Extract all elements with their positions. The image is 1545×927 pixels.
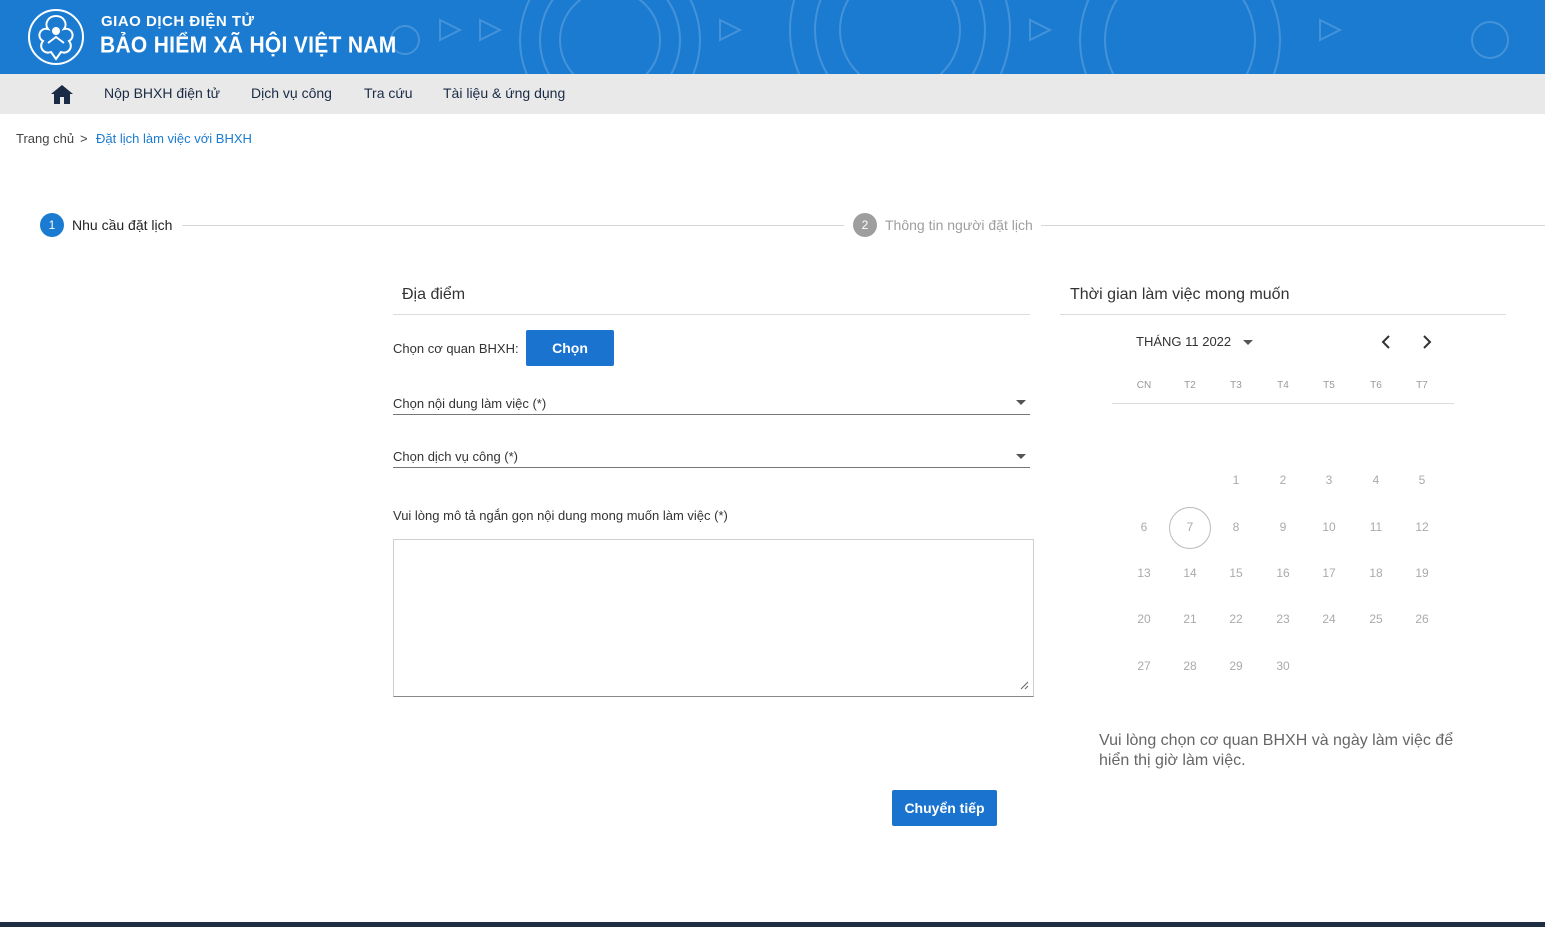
calendar-day[interactable]: 11 xyxy=(1356,519,1396,535)
calendar-day[interactable]: 19 xyxy=(1402,565,1442,581)
step-1-circle: 1 xyxy=(40,213,64,237)
calendar-header-rule xyxy=(1112,403,1454,404)
footer-bar xyxy=(0,922,1545,927)
calendar-day[interactable]: 12 xyxy=(1402,519,1442,535)
location-divider xyxy=(393,314,1030,315)
calendar-divider xyxy=(1060,314,1506,315)
calendar-day[interactable]: 17 xyxy=(1309,565,1349,581)
description-textarea[interactable] xyxy=(393,539,1034,697)
calendar-day[interactable]: 24 xyxy=(1309,611,1349,627)
home-icon[interactable] xyxy=(50,83,74,105)
calendar-day[interactable]: 23 xyxy=(1263,611,1303,627)
resize-handle-icon[interactable] xyxy=(1019,680,1029,690)
step-1-label: Nhu cầu đặt lịch xyxy=(72,217,173,233)
nav-item-tai-lieu[interactable]: Tài liệu & ứng dụng xyxy=(443,85,565,101)
calendar-day[interactable]: 25 xyxy=(1356,611,1396,627)
nav-item-dich-vu-cong[interactable]: Dịch vụ công xyxy=(251,85,332,101)
weekday-t4: T4 xyxy=(1277,380,1289,391)
nav-item-tra-cuu[interactable]: Tra cứu xyxy=(364,85,413,101)
next-button[interactable]: Chuyển tiếp xyxy=(892,790,997,826)
description-label: Vui lòng mô tả ngắn gọn nội dung mong mu… xyxy=(393,508,728,523)
chevron-right-icon[interactable] xyxy=(1418,333,1436,351)
service-select-underline xyxy=(393,467,1030,468)
calendar-day[interactable]: 18 xyxy=(1356,565,1396,581)
month-selector[interactable]: THÁNG 11 2022 xyxy=(1136,334,1231,349)
step-2-circle: 2 xyxy=(853,213,877,237)
agency-label: Chọn cơ quan BHXH: xyxy=(393,341,519,356)
calendar-day[interactable]: 3 xyxy=(1309,472,1349,488)
main-nav: Nộp BHXH điện tử Dịch vụ công Tra cứu Tà… xyxy=(0,74,1545,114)
weekday-t2: T2 xyxy=(1184,380,1196,391)
weekday-t3: T3 xyxy=(1230,380,1242,391)
brand-subtitle: GIAO DỊCH ĐIỆN TỬ xyxy=(101,13,255,30)
calendar-day[interactable]: 16 xyxy=(1263,565,1303,581)
calendar-title: Thời gian làm việc mong muốn xyxy=(1070,286,1290,303)
header-pattern xyxy=(390,0,1509,74)
content-select-underline xyxy=(393,414,1030,415)
calendar-day[interactable]: 22 xyxy=(1216,611,1256,627)
stepper-connector xyxy=(182,225,844,226)
weekday-t6: T6 xyxy=(1370,380,1382,391)
calendar-day[interactable]: 15 xyxy=(1216,565,1256,581)
calendar-day[interactable]: 21 xyxy=(1170,611,1210,627)
calendar-day[interactable]: 7 xyxy=(1170,519,1210,535)
weekday-t5: T5 xyxy=(1323,380,1335,391)
calendar-day[interactable]: 29 xyxy=(1216,658,1256,674)
brand-title: BẢO HIỂM XÃ HỘI VIỆT NAM xyxy=(100,33,397,58)
calendar-day[interactable]: 9 xyxy=(1263,519,1303,535)
caret-down-icon[interactable] xyxy=(1016,454,1026,459)
weekday-cn: CN xyxy=(1136,380,1152,391)
step-2-label: Thông tin người đặt lịch xyxy=(885,217,1033,233)
calendar-day[interactable]: 5 xyxy=(1402,472,1442,488)
calendar-day[interactable]: 30 xyxy=(1263,658,1303,674)
breadcrumb-home[interactable]: Trang chủ xyxy=(16,131,74,146)
stepper-tail-line xyxy=(1041,225,1545,226)
calendar-note: Vui lòng chọn cơ quan BHXH và ngày làm v… xyxy=(1099,732,1454,769)
chevron-left-icon[interactable] xyxy=(1377,333,1395,351)
nav-item-nop-bhxh[interactable]: Nộp BHXH điện tử xyxy=(104,85,220,101)
calendar-day[interactable]: 8 xyxy=(1216,519,1256,535)
site-header: GIAO DỊCH ĐIỆN TỬ BẢO HIỂM XÃ HỘI VIỆT N… xyxy=(0,0,1545,74)
calendar-day[interactable]: 26 xyxy=(1402,611,1442,627)
calendar-day[interactable]: 28 xyxy=(1170,658,1210,674)
choose-agency-button[interactable]: Chọn xyxy=(526,330,614,366)
calendar-day[interactable]: 1 xyxy=(1216,472,1256,488)
bhxh-logo xyxy=(28,9,84,65)
breadcrumb-separator: > xyxy=(80,131,88,146)
caret-down-icon[interactable] xyxy=(1243,340,1253,345)
calendar-day[interactable]: 10 xyxy=(1309,519,1349,535)
calendar-day[interactable]: 4 xyxy=(1356,472,1396,488)
calendar-day[interactable]: 13 xyxy=(1124,565,1164,581)
calendar-day[interactable]: 20 xyxy=(1124,611,1164,627)
calendar-day[interactable]: 14 xyxy=(1170,565,1210,581)
calendar-day[interactable]: 27 xyxy=(1124,658,1164,674)
content-select[interactable]: Chọn nội dung làm việc (*) xyxy=(393,396,546,411)
service-select[interactable]: Chọn dịch vụ công (*) xyxy=(393,449,518,464)
calendar-day[interactable]: 6 xyxy=(1124,519,1164,535)
caret-down-icon[interactable] xyxy=(1016,400,1026,405)
calendar-day[interactable]: 2 xyxy=(1263,472,1303,488)
location-title: Địa điểm xyxy=(402,286,466,303)
weekday-t7: T7 xyxy=(1416,380,1428,391)
breadcrumb-current[interactable]: Đặt lịch làm việc với BHXH xyxy=(96,131,252,146)
